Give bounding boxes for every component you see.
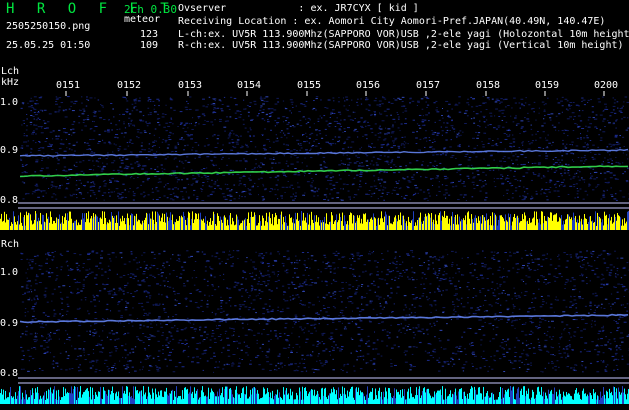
amplitude-bars	[0, 386, 629, 404]
signal-trace	[19, 313, 629, 324]
rch-axis-label: Rch	[1, 239, 20, 250]
time-tick-label: 0152	[117, 80, 142, 91]
time-tick-label: 0156	[356, 80, 381, 91]
time-tick-label: 0151	[56, 80, 81, 91]
spectrogram-canvas	[0, 91, 629, 404]
lch-freq-label: 1.0	[0, 97, 19, 108]
amplitude-bars	[0, 211, 629, 230]
khz-axis-label: kHz	[1, 77, 20, 88]
time-tick-label: 0155	[297, 80, 322, 91]
noise-layer	[20, 250, 629, 373]
time-tick-label: 0157	[416, 80, 441, 91]
lch-freq-label: 0.9	[0, 145, 19, 156]
time-tick-label: 0154	[237, 80, 262, 91]
time-tick-label: 0159	[535, 80, 560, 91]
rch-freq-label: 1.0	[0, 267, 19, 278]
noise-layer	[20, 96, 629, 201]
time-tick-label: 0158	[476, 80, 501, 91]
rch-freq-label: 0.8	[0, 368, 19, 379]
time-tick-label: 0200	[594, 80, 619, 91]
time-tick-label: 0153	[178, 80, 203, 91]
lch-freq-label: 0.8	[0, 195, 19, 206]
rch-freq-label: 0.9	[0, 318, 19, 329]
panel-separator	[0, 232, 629, 236]
lch-axis-label: Lch	[1, 66, 20, 77]
signal-trace	[19, 148, 629, 157]
signal-trace	[19, 165, 629, 178]
